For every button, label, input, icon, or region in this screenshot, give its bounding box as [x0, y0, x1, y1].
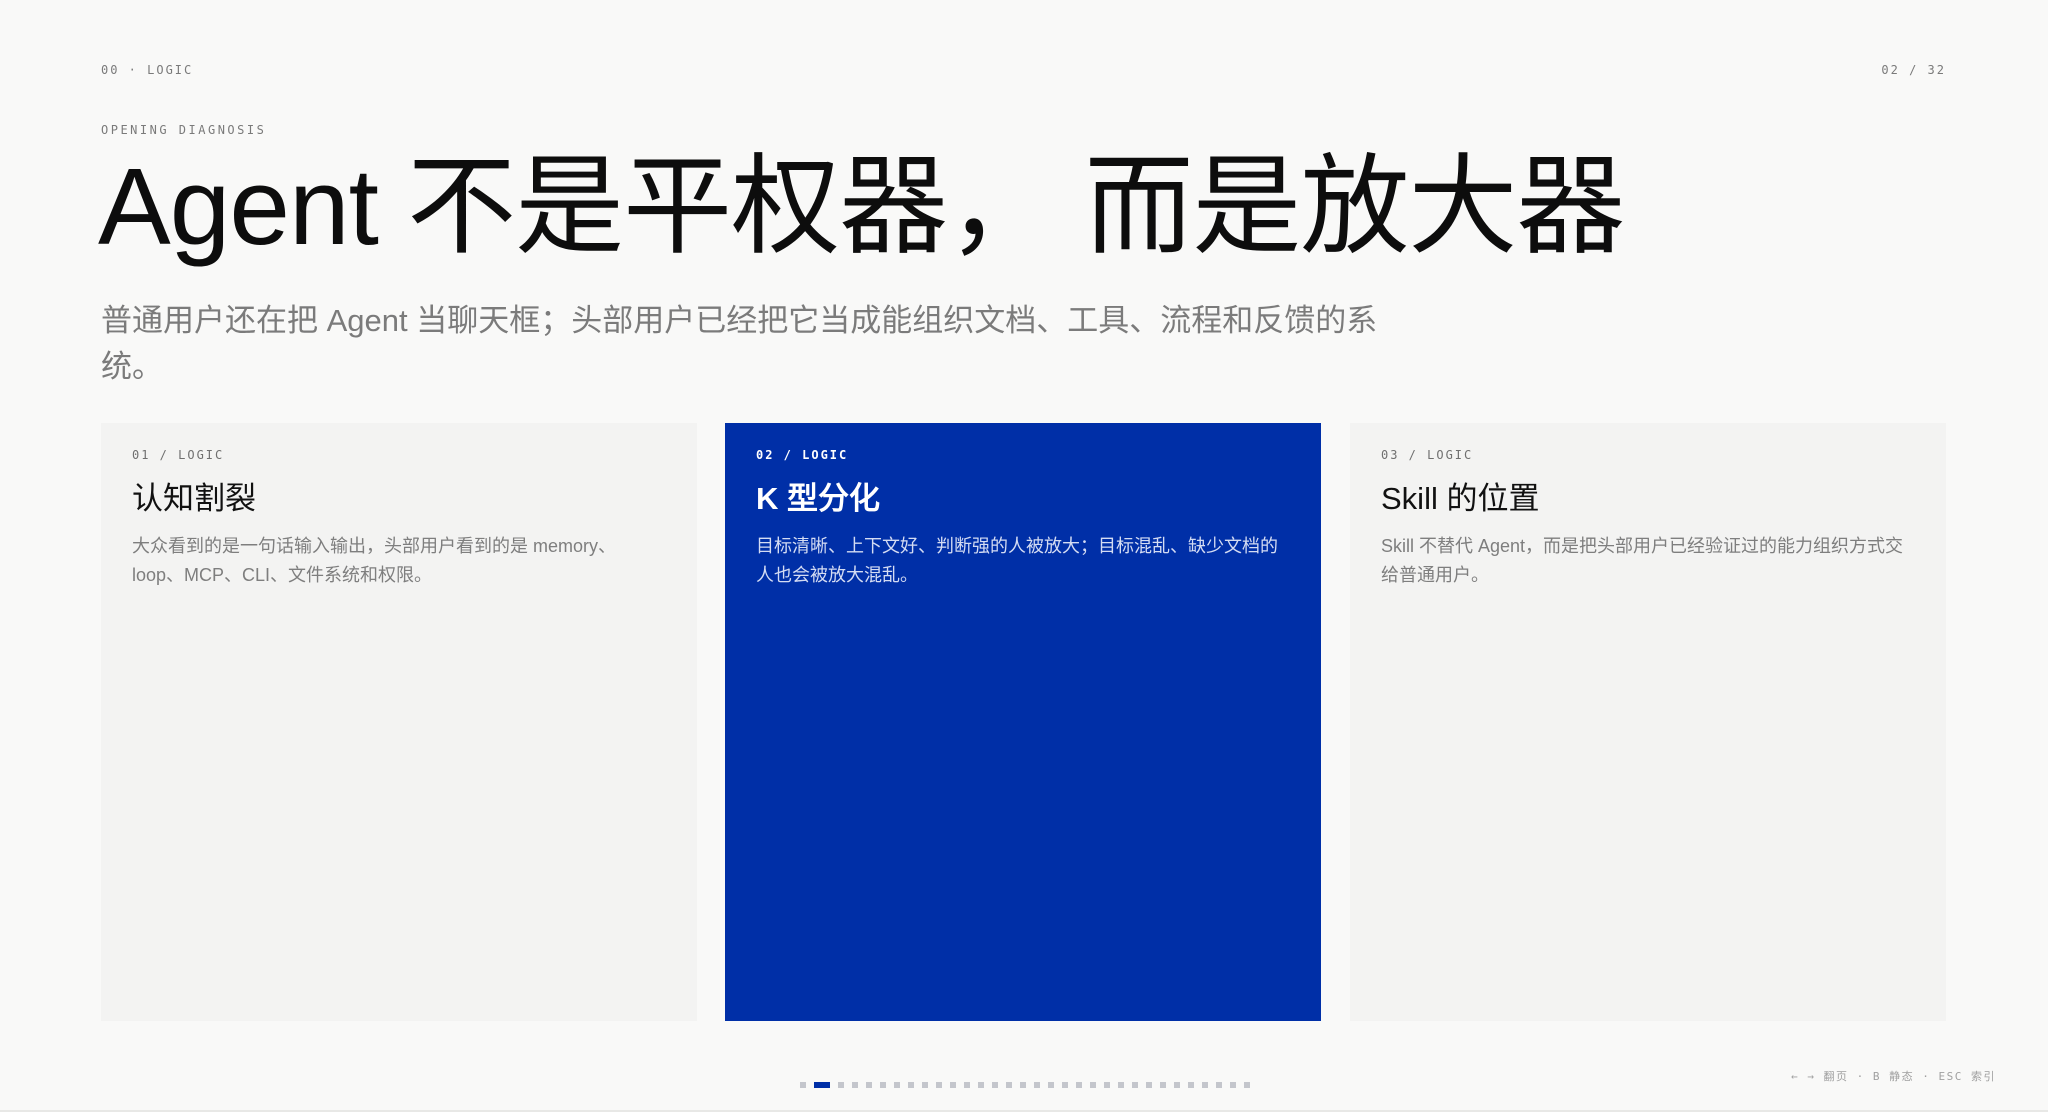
slide-pagination	[800, 1082, 1250, 1088]
pagination-dot-31[interactable]	[1230, 1082, 1236, 1088]
pagination-dot-25[interactable]	[1146, 1082, 1152, 1088]
pagination-dot-19[interactable]	[1062, 1082, 1068, 1088]
slide-subtitle: 普通用户还在把 Agent 当聊天框；头部用户已经把它当成能组织文档、工具、流程…	[101, 303, 1378, 384]
section-label: 00 · LOGIC	[101, 63, 194, 77]
pagination-dot-24[interactable]	[1132, 1082, 1138, 1088]
card-body: 目标清晰、上下文好、判断强的人被放大；目标混乱、缺少文档的人也会被放大混乱。	[756, 536, 1278, 585]
pagination-dot-21[interactable]	[1090, 1082, 1096, 1088]
pagination-dot-6[interactable]	[880, 1082, 886, 1088]
pagination-dot-26[interactable]	[1160, 1082, 1166, 1088]
pagination-dot-3[interactable]	[838, 1082, 844, 1088]
logic-card-1: 01 / LOGIC 认知割裂 大众看到的是一句话输入输出，头部用户看到的是 m…	[101, 423, 697, 1021]
card-kicker: 02 / LOGIC	[756, 448, 849, 462]
pagination-dot-12[interactable]	[964, 1082, 970, 1088]
pagination-dot-32[interactable]	[1244, 1082, 1250, 1088]
pagination-dot-20[interactable]	[1076, 1082, 1082, 1088]
card-body: 大众看到的是一句话输入输出，头部用户看到的是 memory、loop、MCP、C…	[132, 536, 617, 585]
card-kicker: 01 / LOGIC	[132, 448, 225, 462]
card-title: K 型分化	[756, 481, 880, 516]
pagination-dot-13[interactable]	[978, 1082, 984, 1088]
pagination-dot-23[interactable]	[1118, 1082, 1124, 1088]
pagination-dot-30[interactable]	[1216, 1082, 1222, 1088]
card-body: Skill 不替代 Agent，而是把头部用户已经验证过的能力组织方式交给普通用…	[1381, 536, 1904, 585]
pagination-dot-5[interactable]	[866, 1082, 872, 1088]
pagination-dot-8[interactable]	[908, 1082, 914, 1088]
pagination-dot-7[interactable]	[894, 1082, 900, 1088]
pagination-dot-27[interactable]	[1174, 1082, 1180, 1088]
keyboard-hint: ← → 翻页 · B 静态 · ESC 索引	[1791, 1070, 1996, 1083]
card-kicker: 03 / LOGIC	[1381, 448, 1474, 462]
slide-eyebrow: OPENING DIAGNOSIS	[101, 123, 267, 137]
pagination-dot-16[interactable]	[1020, 1082, 1026, 1088]
card-title: Skill 的位置	[1381, 481, 1540, 516]
pagination-dot-18[interactable]	[1048, 1082, 1054, 1088]
card-title: 认知割裂	[132, 481, 256, 516]
pagination-dot-29[interactable]	[1202, 1082, 1208, 1088]
pagination-dot-14[interactable]	[992, 1082, 998, 1088]
logic-card-3: 03 / LOGIC Skill 的位置 Skill 不替代 Agent，而是把…	[1350, 423, 1946, 1021]
page-counter: 02 / 32	[1881, 63, 1946, 77]
slide-title: Agent 不是平权器， 而是放大器	[98, 146, 1625, 268]
pagination-dot-15[interactable]	[1006, 1082, 1012, 1088]
pagination-dot-28[interactable]	[1188, 1082, 1194, 1088]
pagination-dot-4[interactable]	[852, 1082, 858, 1088]
pagination-dot-9[interactable]	[922, 1082, 928, 1088]
pagination-dot-1[interactable]	[800, 1082, 806, 1088]
pagination-dot-22[interactable]	[1104, 1082, 1110, 1088]
logic-card-2: 02 / LOGIC K 型分化 目标清晰、上下文好、判断强的人被放大；目标混乱…	[725, 423, 1321, 1021]
pagination-dot-11[interactable]	[950, 1082, 956, 1088]
pagination-dot-10[interactable]	[936, 1082, 942, 1088]
pagination-dot-17[interactable]	[1034, 1082, 1040, 1088]
pagination-dot-2[interactable]	[814, 1082, 830, 1088]
